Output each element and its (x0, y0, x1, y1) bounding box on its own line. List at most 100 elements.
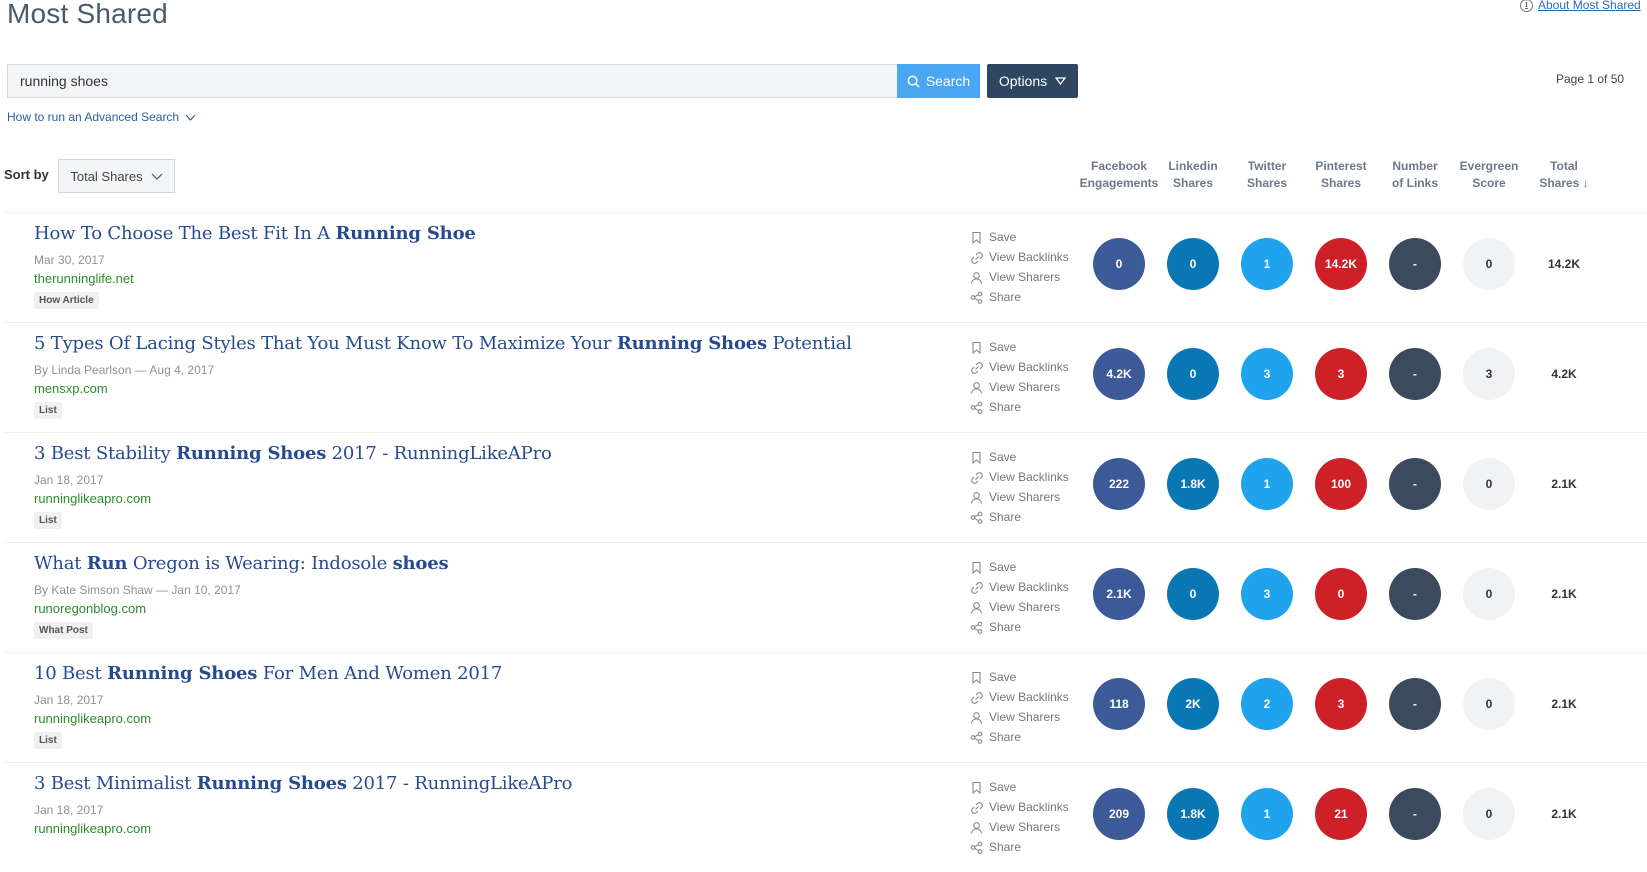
column-header-linkedin[interactable]: Linkedin Shares (1153, 158, 1233, 192)
search-input[interactable] (7, 64, 897, 98)
article-title-link[interactable]: What Run Oregon is Wearing: Indosole sho… (34, 553, 449, 574)
column-header-pinterest[interactable]: Pinterest Shares (1301, 158, 1381, 192)
facebook-engagements-value: 209 (1093, 788, 1145, 840)
action-label: Save (989, 780, 1017, 794)
result-row: 10 Best Running Shoes For Men And Women … (4, 652, 1647, 762)
content-type-badge: List (34, 402, 62, 419)
action-label: Share (989, 840, 1022, 854)
article-meta: By Linda Pearlson — Aug 4, 2017 (34, 363, 215, 377)
article-domain-link[interactable]: runninglikeapro.com (34, 491, 151, 506)
linkedin-shares-value: 1.8K (1167, 458, 1219, 510)
article-domain-link[interactable]: therunninglife.net (34, 271, 134, 286)
article-domain-link[interactable]: runoregonblog.com (34, 601, 146, 616)
article-meta: Mar 30, 2017 (34, 253, 105, 267)
share-icon (970, 731, 983, 744)
share-button[interactable]: Share (970, 507, 1069, 527)
article-domain-link[interactable]: runninglikeapro.com (34, 821, 151, 836)
view-backlinks-button[interactable]: View Backlinks (970, 797, 1069, 817)
article-title-link[interactable]: 10 Best Running Shoes For Men And Women … (34, 663, 502, 684)
action-label: Share (989, 730, 1022, 744)
twitter-shares-value: 2 (1241, 678, 1293, 730)
result-row: What Run Oregon is Wearing: Indosole sho… (4, 542, 1647, 652)
action-label: Save (989, 670, 1017, 684)
number-of-links-value: - (1389, 348, 1441, 400)
view-backlinks-button[interactable]: View Backlinks (970, 247, 1069, 267)
article-domain-link[interactable]: runninglikeapro.com (34, 711, 151, 726)
article-domain-link[interactable]: mensxp.com (34, 381, 108, 396)
column-header-line: Twitter (1247, 159, 1287, 173)
share-button[interactable]: Share (970, 727, 1069, 747)
column-header-facebook[interactable]: Facebook Engagements (1079, 158, 1159, 192)
advanced-search-link[interactable]: How to run an Advanced Search (7, 110, 196, 124)
column-header-line: Shares (1172, 176, 1214, 190)
article-actions: Save View Backlinks View Sharers Share (970, 777, 1069, 857)
evergreen-score-value: 3 (1463, 348, 1515, 400)
view-sharers-button[interactable]: View Sharers (970, 487, 1069, 507)
page-title: Most Shared (7, 0, 168, 29)
article-title-link[interactable]: 5 Types Of Lacing Styles That You Must K… (34, 333, 852, 354)
view-backlinks-button[interactable]: View Backlinks (970, 357, 1069, 377)
link-icon (971, 361, 983, 374)
view-backlinks-button[interactable]: View Backlinks (970, 687, 1069, 707)
save-button[interactable]: Save (970, 227, 1069, 247)
save-button[interactable]: Save (970, 337, 1069, 357)
twitter-shares-value: 1 (1241, 458, 1293, 510)
about-most-shared-link[interactable]: i About Most Shared (1520, 0, 1641, 12)
title-text: What (34, 553, 87, 574)
column-header-evergreen[interactable]: Evergreen Score (1449, 158, 1529, 192)
column-header-links[interactable]: Number of Links (1375, 158, 1455, 192)
title-keyword: Running Shoes (176, 443, 327, 464)
user-icon (970, 711, 983, 724)
column-header-line: of Links (1391, 176, 1438, 190)
total-shares-value: 2.1K (1551, 477, 1577, 491)
action-label: View Sharers (989, 820, 1061, 834)
bookmark-icon (972, 781, 981, 794)
twitter-shares-value: 3 (1241, 348, 1293, 400)
facebook-engagements-value: 0 (1093, 238, 1145, 290)
article-actions: Save View Backlinks View Sharers Share (970, 557, 1069, 637)
twitter-shares-value: 1 (1241, 238, 1293, 290)
save-button[interactable]: Save (970, 777, 1069, 797)
link-icon (971, 471, 983, 484)
column-header-twitter[interactable]: Twitter Shares (1227, 158, 1307, 192)
view-backlinks-button[interactable]: View Backlinks (970, 467, 1069, 487)
title-keyword: Running Shoes (196, 773, 347, 794)
advanced-search-label: How to run an Advanced Search (7, 110, 180, 124)
options-button-label: Options (998, 73, 1048, 89)
article-title-link[interactable]: 3 Best Minimalist Running Shoes 2017 - R… (34, 773, 572, 794)
user-icon (970, 271, 983, 284)
column-header-line: Score (1472, 176, 1506, 190)
column-header-total[interactable]: Total Shares ↓ (1524, 158, 1604, 192)
link-icon (971, 581, 983, 594)
metric-column-headers: Facebook Engagements Linkedin Shares Twi… (0, 158, 1647, 198)
evergreen-score-value: 0 (1463, 238, 1515, 290)
save-button[interactable]: Save (970, 557, 1069, 577)
view-sharers-button[interactable]: View Sharers (970, 707, 1069, 727)
save-button[interactable]: Save (970, 667, 1069, 687)
link-icon (971, 691, 983, 704)
title-keyword: Running Shoes (616, 333, 767, 354)
view-sharers-button[interactable]: View Sharers (970, 377, 1069, 397)
save-button[interactable]: Save (970, 447, 1069, 467)
title-keyword: Running Shoe (335, 223, 476, 244)
view-sharers-button[interactable]: View Sharers (970, 817, 1069, 837)
view-sharers-button[interactable]: View Sharers (970, 597, 1069, 617)
action-label: Save (989, 560, 1017, 574)
column-header-line: Evergreen (1459, 159, 1519, 173)
share-button[interactable]: Share (970, 617, 1069, 637)
share-button[interactable]: Share (970, 397, 1069, 417)
article-title-link[interactable]: 3 Best Stability Running Shoes 2017 - Ru… (34, 443, 552, 464)
search-button[interactable]: Search (897, 64, 980, 98)
content-type-badge: What Post (34, 622, 93, 639)
share-button[interactable]: Share (970, 287, 1069, 307)
bookmark-icon (972, 451, 981, 464)
total-shares-value: 2.1K (1551, 697, 1577, 711)
share-button[interactable]: Share (970, 837, 1069, 857)
view-sharers-button[interactable]: View Sharers (970, 267, 1069, 287)
view-backlinks-button[interactable]: View Backlinks (970, 577, 1069, 597)
content-type-badge: List (34, 732, 62, 749)
info-icon: i (1520, 0, 1533, 12)
options-dropdown-button[interactable]: Options (987, 64, 1078, 98)
article-title-link[interactable]: How To Choose The Best Fit In A Running … (34, 223, 476, 244)
column-header-line: Linkedin (1168, 159, 1218, 173)
